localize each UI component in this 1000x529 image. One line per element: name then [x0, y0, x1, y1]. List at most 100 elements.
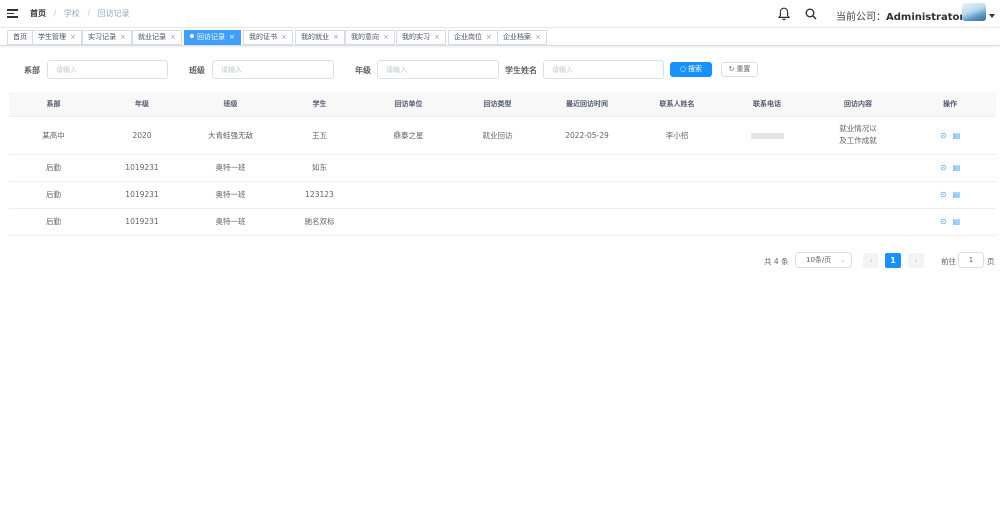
tab-label: 我的实习 — [402, 33, 430, 41]
chevron-right-icon: › — [914, 256, 918, 265]
tags-view-bar: 首页 学生管理 × 实习记录 × 就业记录 × 回访记录 × 我的证书 × 我的就业 × 我的意向 × 我的实… — [0, 29, 1000, 46]
total-count: 共 4 条 — [764, 257, 789, 266]
search-icon[interactable] — [805, 8, 817, 20]
tab-label: 我的证书 — [249, 33, 277, 41]
table-row: 某高中 2020 大青蛙强无敌 王五 鼎泰之星 就业回访 2022-05-29 李小招 就业情况… — [9, 116, 996, 155]
view-icon[interactable]: ⊙ — [940, 217, 947, 226]
tab-3[interactable]: 就业记录 × — [132, 30, 182, 45]
tab-label: 学生管理 — [38, 33, 66, 41]
tab-label: 实习记录 — [88, 33, 116, 41]
column-header: 系部 — [9, 92, 98, 117]
grade-label: 年级 — [355, 66, 371, 75]
tab-6[interactable]: 我的就业 × — [295, 30, 345, 45]
actions-cell: ⊙ ▤ — [904, 116, 996, 155]
page-size-select[interactable]: 10条/页 ⌄ — [795, 252, 852, 268]
page-number-button[interactable]: 1 — [885, 253, 901, 268]
goto-page-input[interactable]: 1 — [958, 252, 984, 268]
search-button-label: 搜索 — [688, 65, 703, 73]
column-header: 联系人姓名 — [632, 92, 722, 117]
table-header-row: 系部 年级 班级 学生 回访单位 回访类型 最近回访时间 联系人姓名 联系电话 回访内容 操作 — [9, 92, 996, 117]
active-dot-icon — [190, 34, 194, 38]
company-label: 当前公司： — [836, 12, 886, 23]
close-icon[interactable]: × — [333, 33, 339, 41]
tab-5[interactable]: 我的证书 × — [243, 30, 293, 45]
bell-icon[interactable] — [778, 7, 790, 21]
edit-icon[interactable]: ▤ — [953, 163, 961, 172]
table-cell: 奥特一班 — [186, 154, 275, 182]
current-company: 当前公司：Administrator — [836, 8, 964, 23]
column-header: 回访类型 — [453, 92, 542, 117]
table-cell — [722, 154, 812, 182]
view-icon[interactable]: ⊙ — [940, 131, 947, 140]
tab-7[interactable]: 我的意向 × — [345, 30, 395, 45]
tab-label: 就业记录 — [138, 33, 166, 41]
breadcrumb-school: 学校 — [63, 9, 80, 18]
tab-1[interactable]: 学生管理 × — [32, 30, 82, 45]
edit-icon[interactable]: ▤ — [953, 217, 961, 226]
student-name-input[interactable] — [543, 60, 664, 79]
hamburger-menu-icon[interactable] — [7, 9, 18, 18]
table-cell — [542, 181, 632, 209]
view-icon[interactable]: ⊙ — [940, 163, 947, 172]
close-icon[interactable]: × — [383, 33, 389, 41]
breadcrumb-home[interactable]: 首页 — [30, 9, 46, 18]
table-cell: 后勤 — [9, 154, 98, 182]
tab-8[interactable]: 我的实习 × — [396, 30, 446, 45]
grade-input[interactable] — [377, 60, 499, 79]
table-cell — [632, 154, 722, 182]
edit-icon[interactable]: ▤ — [953, 190, 961, 199]
tab-9[interactable]: 企业岗位 × — [448, 30, 498, 45]
company-name: Administrator — [886, 12, 965, 23]
page-suffix: 页 — [987, 257, 995, 266]
table-cell: 奥特一班 — [186, 181, 275, 209]
search-icon: ○ — [679, 65, 687, 73]
close-icon[interactable]: × — [535, 33, 541, 41]
close-icon[interactable]: × — [170, 33, 176, 41]
table-cell — [364, 208, 453, 236]
table-cell: 某高中 — [9, 116, 98, 155]
top-navbar: 首页 / 学校 / 回访记录 当前公司：Administrator — [0, 0, 1000, 28]
tab-4[interactable]: 回访记录 × — [184, 30, 241, 45]
close-icon[interactable]: × — [229, 33, 235, 41]
close-icon[interactable]: × — [434, 33, 440, 41]
table-cell: 李小招 — [632, 116, 722, 155]
table-cell — [722, 181, 812, 209]
table-cell: 后勤 — [9, 208, 98, 236]
tab-0[interactable]: 首页 — [7, 30, 33, 45]
class-input[interactable] — [212, 60, 334, 79]
tab-10[interactable]: 企业档案 × — [497, 30, 547, 45]
column-header: 联系电话 — [722, 92, 812, 117]
breadcrumb-separator: / — [53, 9, 57, 18]
column-header: 班级 — [186, 92, 275, 117]
redacted-phone — [750, 132, 784, 139]
table-cell: 2022-05-29 — [542, 116, 632, 155]
caret-down-icon[interactable] — [989, 14, 995, 18]
department-input[interactable] — [47, 60, 168, 79]
table-cell: 王五 — [275, 116, 364, 155]
prev-page-button[interactable]: ‹ — [863, 253, 879, 268]
table-cell — [542, 208, 632, 236]
table-cell — [812, 154, 904, 182]
search-button[interactable]: ○ 搜索 — [670, 62, 712, 77]
view-icon[interactable]: ⊙ — [940, 190, 947, 199]
tab-label: 我的意向 — [351, 33, 379, 41]
reset-button[interactable]: ↻ 重置 — [721, 62, 758, 77]
avatar[interactable] — [962, 3, 986, 21]
table-cell: 就业回访 — [453, 116, 542, 155]
tab-label: 首页 — [13, 33, 27, 41]
table-cell — [453, 181, 542, 209]
close-icon[interactable]: × — [281, 33, 287, 41]
close-icon[interactable]: × — [120, 33, 126, 41]
tab-label: 回访记录 — [197, 33, 225, 41]
tab-2[interactable]: 实习记录 × — [82, 30, 132, 45]
table-cell — [812, 208, 904, 236]
column-header: 回访内容 — [812, 92, 904, 117]
student-name-label: 学生姓名 — [505, 66, 537, 75]
column-header: 回访单位 — [364, 92, 453, 117]
actions-cell: ⊙ ▤ — [904, 181, 996, 209]
next-page-button[interactable]: › — [908, 253, 924, 268]
close-icon[interactable]: × — [70, 33, 76, 41]
close-icon[interactable]: × — [486, 33, 492, 41]
edit-icon[interactable]: ▤ — [953, 131, 961, 140]
column-header: 年级 — [98, 92, 186, 117]
